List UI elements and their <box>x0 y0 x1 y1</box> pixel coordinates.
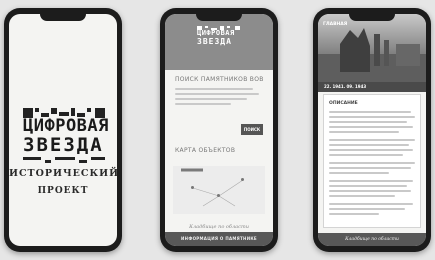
description-card: ОПИСАНИЕ <box>323 94 421 228</box>
header-logo-word-1: ЦИФРОВАЯ <box>197 29 235 37</box>
map-lines <box>181 168 244 207</box>
logo-word-1: ЦИФРОВАЯ <box>23 116 109 136</box>
footer-signature-bar[interactable]: Кладбище по области <box>318 233 426 246</box>
logo-qr-pattern <box>23 108 105 118</box>
phone-notch <box>40 14 86 21</box>
logo-word-2: ЗВЕЗДА <box>23 134 104 156</box>
app-logo: ЦИФРОВАЯ ЗВЕЗДА <box>23 108 109 163</box>
subtitle-line-2: ПРОЕКТ <box>37 186 89 196</box>
search-screen: ЦИФРОВАЯ ЗВЕЗДА ПОИСК ПАМЯТНИКОВ ВОВ ПОИ… <box>165 14 273 246</box>
map-pin[interactable] <box>217 194 220 197</box>
description-title: ОПИСАНИЕ <box>329 101 358 106</box>
search-button[interactable]: ПОИСК <box>241 124 263 135</box>
subtitle-line-1: ИСТОРИЧЕСКИЙ <box>9 168 117 179</box>
objects-map[interactable] <box>173 166 265 214</box>
photo-caption: 22. 1941. 09. 1943 <box>318 82 426 92</box>
logo-bottom-pattern <box>23 157 105 163</box>
phone-notch <box>196 14 242 21</box>
nav-home-link[interactable]: ГЛАВНАЯ <box>323 22 347 27</box>
map-pin[interactable] <box>241 178 244 181</box>
phone-mockup-splash: ЦИФРОВАЯ ЗВЕЗДА ИСТОРИЧЕСКИЙ ПРОЕКТ <box>4 8 122 252</box>
phone-mockup-detail: ГЛАВНАЯ 22. 1941. 09. 1943 ОПИСАНИЕ Клад… <box>313 8 431 252</box>
map-section-title: КАРТА ОБЪЕКТОВ <box>175 147 236 154</box>
header-banner: ЦИФРОВАЯ ЗВЕЗДА <box>165 14 273 70</box>
monument-info-button[interactable]: ИНФОРМАЦИЯ О ПАМЯТНИКЕ <box>165 232 273 246</box>
phone-notch <box>349 14 395 21</box>
footer-signature: Кладбище по области <box>189 224 249 230</box>
search-section-title: ПОИСК ПАМЯТНИКОВ ВОВ <box>175 76 264 83</box>
phone-mockup-search: ЦИФРОВАЯ ЗВЕЗДА ПОИСК ПАМЯТНИКОВ ВОВ ПОИ… <box>160 8 278 252</box>
detail-screen: ГЛАВНАЯ 22. 1941. 09. 1943 ОПИСАНИЕ Клад… <box>318 14 426 246</box>
map-pin[interactable] <box>191 186 194 189</box>
monument-photo: ГЛАВНАЯ <box>318 14 426 86</box>
splash-screen: ЦИФРОВАЯ ЗВЕЗДА ИСТОРИЧЕСКИЙ ПРОЕКТ <box>9 14 117 246</box>
header-logo-word-2: ЗВЕЗДА <box>197 37 232 46</box>
header-logo: ЦИФРОВАЯ ЗВЕЗДА <box>197 26 241 46</box>
